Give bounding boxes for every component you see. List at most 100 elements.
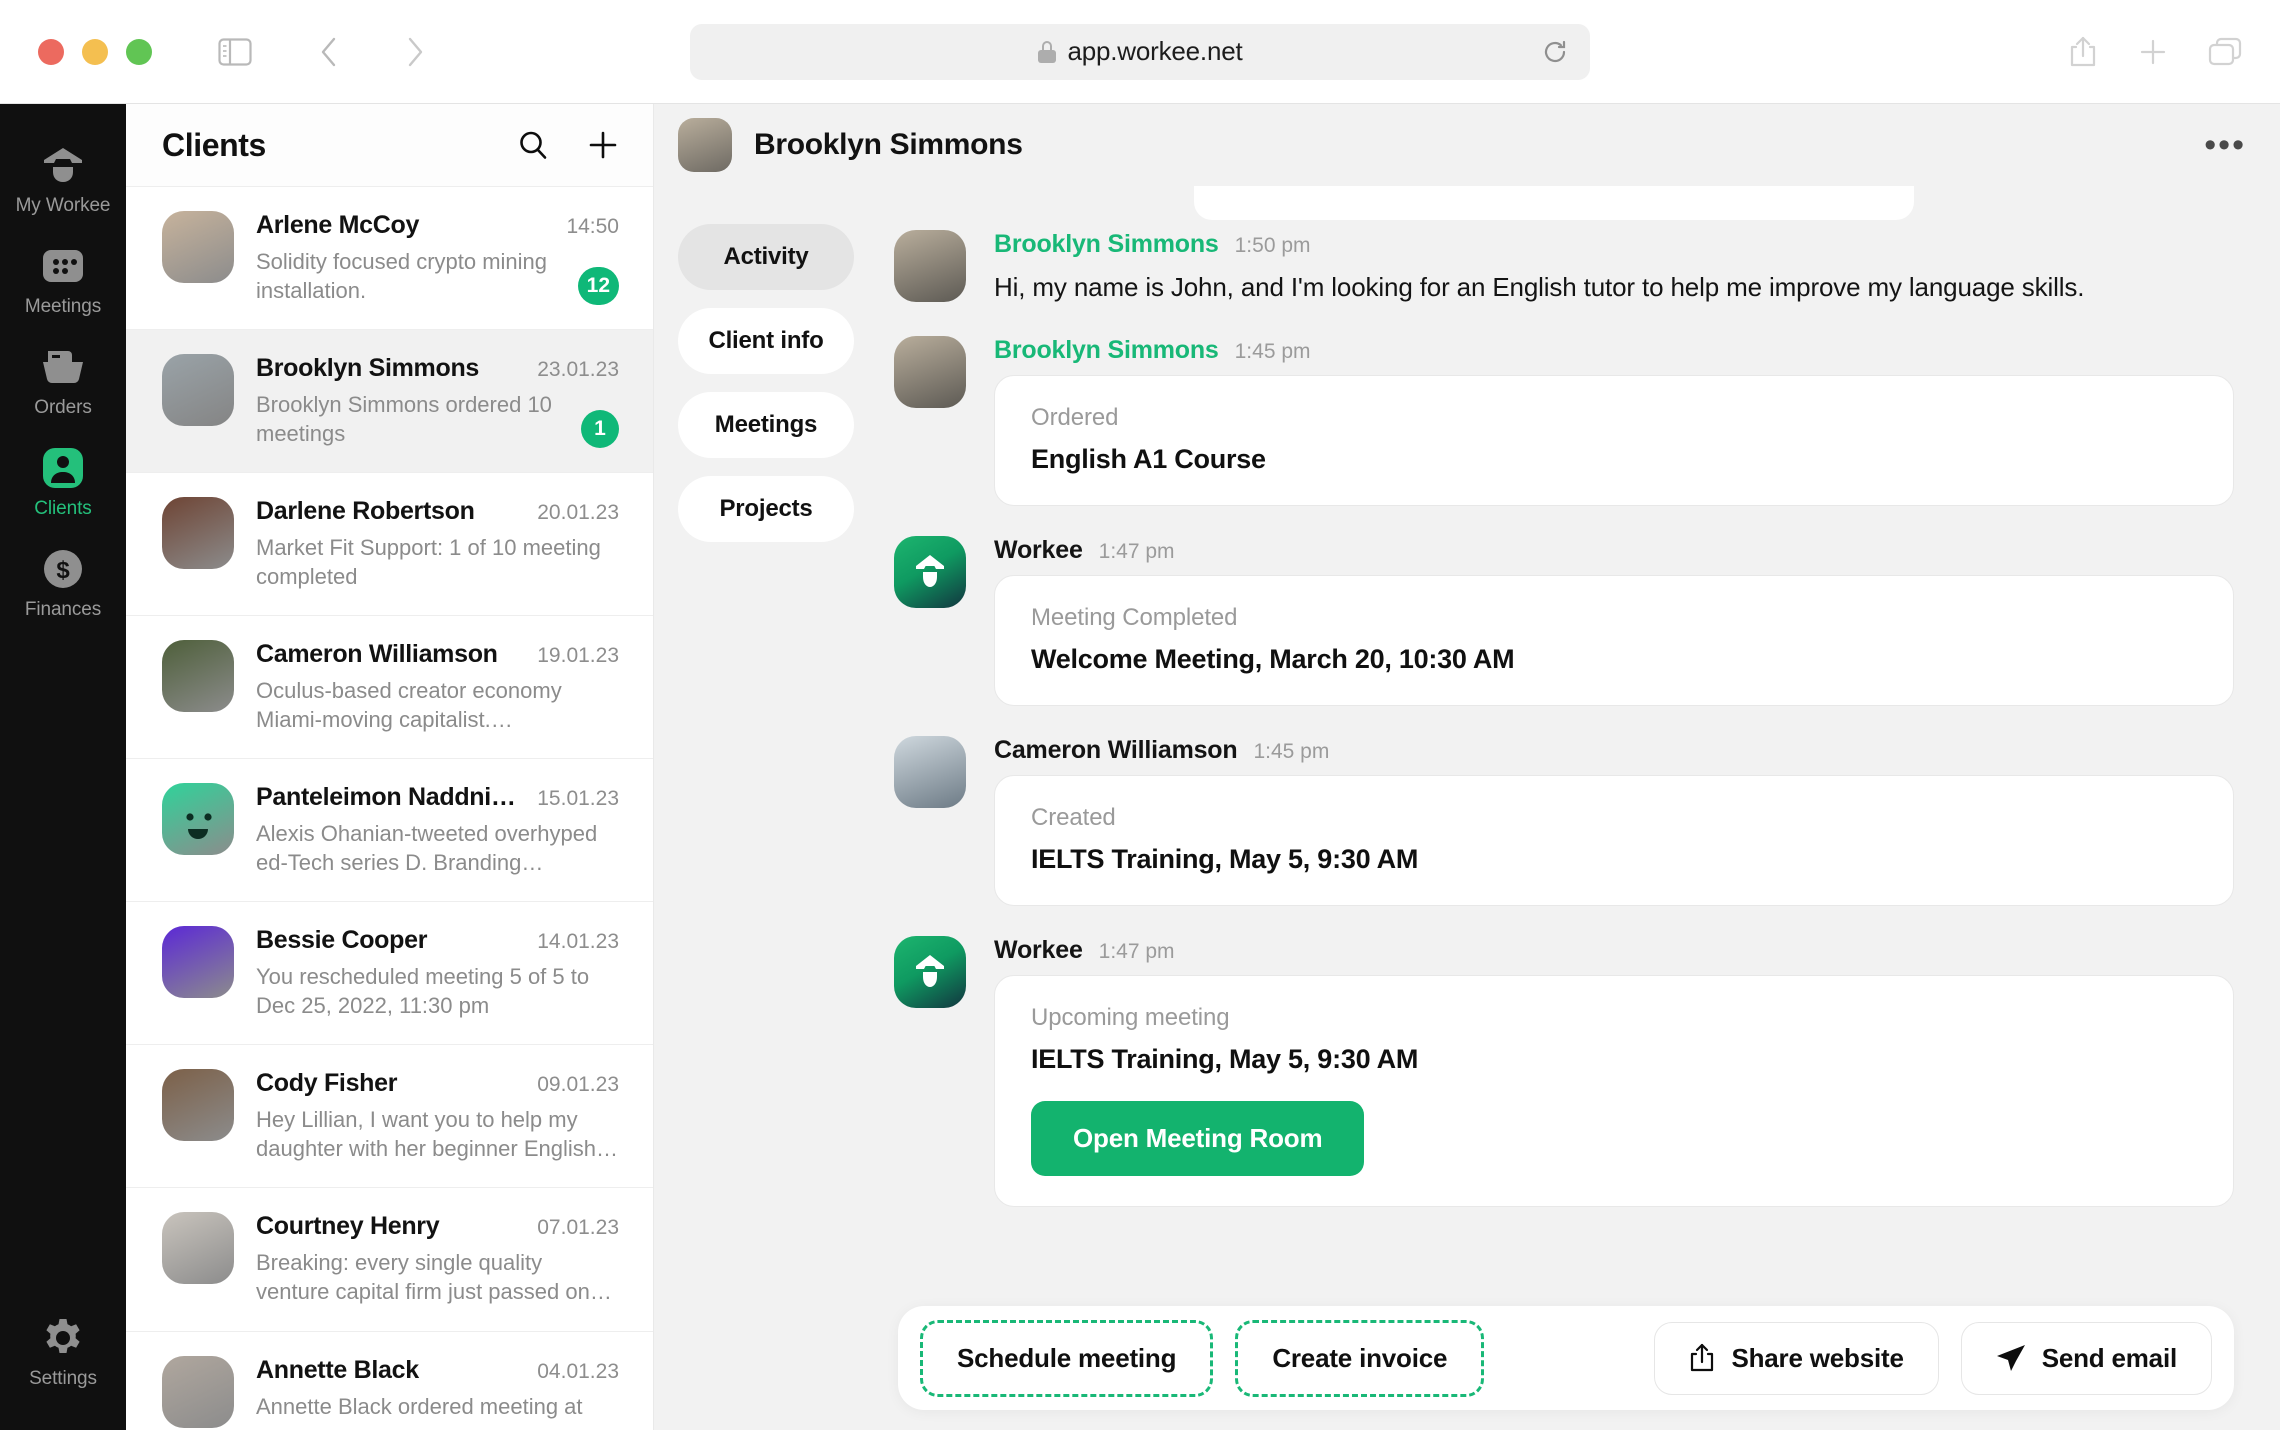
reload-icon[interactable] xyxy=(1542,39,1568,65)
avatar xyxy=(162,211,234,283)
client-detail-panel: Brooklyn Simmons ••• Activity Client info… xyxy=(654,104,2280,1430)
sidebar-item-settings[interactable]: Settings xyxy=(0,1303,126,1404)
sidebar-item-orders[interactable]: Orders xyxy=(0,332,126,433)
message-body: Workee 1:47 pm Upcoming meeting IELTS Train… xyxy=(994,936,2234,1207)
tab-projects[interactable]: Projects xyxy=(678,476,854,542)
workee-logo-icon xyxy=(894,935,966,1008)
message-header: Workee 1:47 pm xyxy=(994,936,2234,965)
client-item-body: Arlene McCoy 14:50 Solidity focused crypto… xyxy=(256,211,619,306)
more-horizontal-icon[interactable]: ••• xyxy=(2204,128,2246,162)
client-list-item[interactable]: Annette Black 04.01.23 Annette Black order… xyxy=(126,1330,653,1430)
activity-card: Ordered English A1 Course xyxy=(994,374,2234,506)
forward-chevron-icon[interactable] xyxy=(386,23,444,81)
client-item-body: Brooklyn Simmons 23.01.23 Brooklyn Simmons… xyxy=(256,354,619,449)
folder-icon xyxy=(41,345,85,389)
client-item-preview-row: Solidity focused crypto mining installat… xyxy=(256,247,619,306)
sidebar-item-finances[interactable]: $ Finances xyxy=(0,534,126,635)
sidebar-item-my-workee[interactable]: My Workee xyxy=(0,130,126,231)
message-header: Workee 1:47 pm xyxy=(994,536,2234,565)
client-item-body: Cody Fisher 09.01.23 Hey Lillian, I want y… xyxy=(256,1069,619,1163)
avatar xyxy=(162,1212,234,1285)
client-timestamp: 04.01.23 xyxy=(537,1359,619,1383)
client-preview-text: Oculus-based creator economy Miami-movin… xyxy=(256,678,562,733)
add-client-plus-icon[interactable] xyxy=(587,129,619,161)
sidebar-item-meetings[interactable]: Meetings xyxy=(0,231,126,332)
conversation-title: Brooklyn Simmons xyxy=(754,128,1023,161)
svg-text:$: $ xyxy=(56,557,70,584)
client-item-preview-row: Oculus-based creator economy Miami-movin… xyxy=(256,676,619,734)
message-body: Workee 1:47 pm Meeting Completed Welcome Me… xyxy=(994,536,2234,706)
avatar xyxy=(162,497,234,570)
maximize-window-button[interactable] xyxy=(126,38,152,65)
activity-feed: Brooklyn Simmons 1:50 pm Hi, my name is Jo… xyxy=(874,186,2280,1430)
avatar xyxy=(894,230,966,302)
tab-activity[interactable]: Activity xyxy=(678,224,854,290)
client-list-item[interactable]: Cameron Williamson 19.01.23 Oculus-based c… xyxy=(126,615,653,759)
back-chevron-icon[interactable] xyxy=(300,23,358,81)
client-name: Courtney Henry xyxy=(256,1212,440,1241)
client-timestamp: 14.01.23 xyxy=(537,930,619,954)
dollar-circle-icon: $ xyxy=(41,547,85,591)
tab-client-info[interactable]: Client info xyxy=(678,308,854,374)
open-meeting-room-button[interactable]: Open Meeting Room xyxy=(1031,1100,1365,1176)
activity-card: Meeting Completed Welcome Meeting, March … xyxy=(994,574,2234,706)
close-window-button[interactable] xyxy=(38,38,64,65)
tab-meetings[interactable]: Meetings xyxy=(678,392,854,458)
client-list-item[interactable]: Brooklyn Simmons 23.01.23 Brooklyn Simmons… xyxy=(126,329,653,473)
client-list-item[interactable]: Arlene McCoy 14:50 Solidity focused crypto… xyxy=(126,186,653,330)
share-icon[interactable] xyxy=(2068,35,2098,69)
client-list-item[interactable]: Bessie Cooper 14.01.23 You rescheduled mee… xyxy=(126,901,653,1045)
card-headline: English A1 Course xyxy=(1031,443,1266,474)
client-list-item[interactable]: Panteleimon Naddnip… 15.01.23 Alexis Ohani… xyxy=(126,758,653,902)
search-icon[interactable] xyxy=(517,129,549,161)
client-timestamp: 20.01.23 xyxy=(537,501,619,525)
minimize-window-button[interactable] xyxy=(82,38,108,65)
client-preview-text: Hey Lillian, I want you to help my daugh… xyxy=(256,1107,619,1162)
avatar xyxy=(162,926,234,999)
sidebar-label: My Workee xyxy=(15,195,111,216)
client-item-preview-row: Annette Black ordered meeting at xyxy=(256,1392,619,1421)
client-preview-text: Annette Black ordered meeting at xyxy=(256,1393,583,1419)
client-item-body: Bessie Cooper 14.01.23 You rescheduled mee… xyxy=(256,926,619,1020)
clients-list-panel: Clients Arlene McCoy 14:50 Solidity focuse… xyxy=(126,104,654,1430)
message-body: Cameron Williamson 1:45 pm Created IELTS Tr… xyxy=(994,736,2234,906)
new-tab-plus-icon[interactable] xyxy=(2138,37,2168,67)
client-item-top-row: Brooklyn Simmons 23.01.23 xyxy=(256,354,619,383)
client-list-item[interactable]: Courtney Henry 07.01.23 Breaking: every si… xyxy=(126,1187,653,1331)
card-kicker: Meeting Completed xyxy=(1031,603,1238,631)
unread-count-badge: 1 xyxy=(581,410,619,449)
client-timestamp: 23.01.23 xyxy=(537,358,619,382)
client-item-preview-row: Market Fit Support: 1 of 10 meeting comp… xyxy=(256,533,619,591)
person-icon xyxy=(41,446,85,490)
address-bar[interactable]: app.workee.net xyxy=(690,23,1590,80)
client-name: Annette Black xyxy=(256,1355,419,1384)
card-kicker: Ordered xyxy=(1031,403,1119,431)
sidebar-toggle-icon[interactable] xyxy=(206,23,264,81)
window-traffic-lights[interactable] xyxy=(38,38,152,65)
client-item-body: Cameron Williamson 19.01.23 Oculus-based c… xyxy=(256,640,619,734)
sidebar-label: Clients xyxy=(34,498,92,519)
avatar xyxy=(894,335,966,408)
client-list-item[interactable]: Cody Fisher 09.01.23 Hey Lillian, I want y… xyxy=(126,1044,653,1188)
message-text: Hi, my name is John, and I'm looking for… xyxy=(994,272,2085,302)
client-item-top-row: Darlene Robertson 20.01.23 xyxy=(256,497,619,526)
send-email-button[interactable]: Send email xyxy=(1960,1321,2212,1395)
create-invoice-button[interactable]: Create invoice xyxy=(1235,1319,1485,1397)
schedule-meeting-button[interactable]: Schedule meeting xyxy=(920,1319,1214,1397)
message-timestamp: 1:45 pm xyxy=(1253,739,1330,763)
detail-tabs: Activity Client info Meetings Projects xyxy=(654,186,874,1430)
message-body: Brooklyn Simmons 1:50 pm Hi, my name is Jo… xyxy=(994,230,2234,306)
client-list-item[interactable]: Darlene Robertson 20.01.23 Market Fit Supp… xyxy=(126,472,653,616)
message-author: Cameron Williamson xyxy=(994,735,1238,764)
unread-count-badge: 12 xyxy=(577,267,619,306)
sidebar-item-clients[interactable]: Clients xyxy=(0,433,126,534)
client-timestamp: 15.01.23 xyxy=(537,787,619,811)
share-website-button[interactable]: Share website xyxy=(1654,1321,1939,1395)
message-header: Brooklyn Simmons 1:50 pm xyxy=(994,230,2234,259)
message-timestamp: 1:45 pm xyxy=(1234,339,1311,363)
tab-overview-icon[interactable] xyxy=(2208,37,2242,67)
message-header: Brooklyn Simmons 1:45 pm xyxy=(994,336,2234,365)
card-headline: IELTS Training, May 5, 9:30 AM xyxy=(1031,843,1419,874)
workee-logo-icon xyxy=(894,535,966,608)
clients-list: Arlene McCoy 14:50 Solidity focused crypto… xyxy=(126,186,653,1430)
